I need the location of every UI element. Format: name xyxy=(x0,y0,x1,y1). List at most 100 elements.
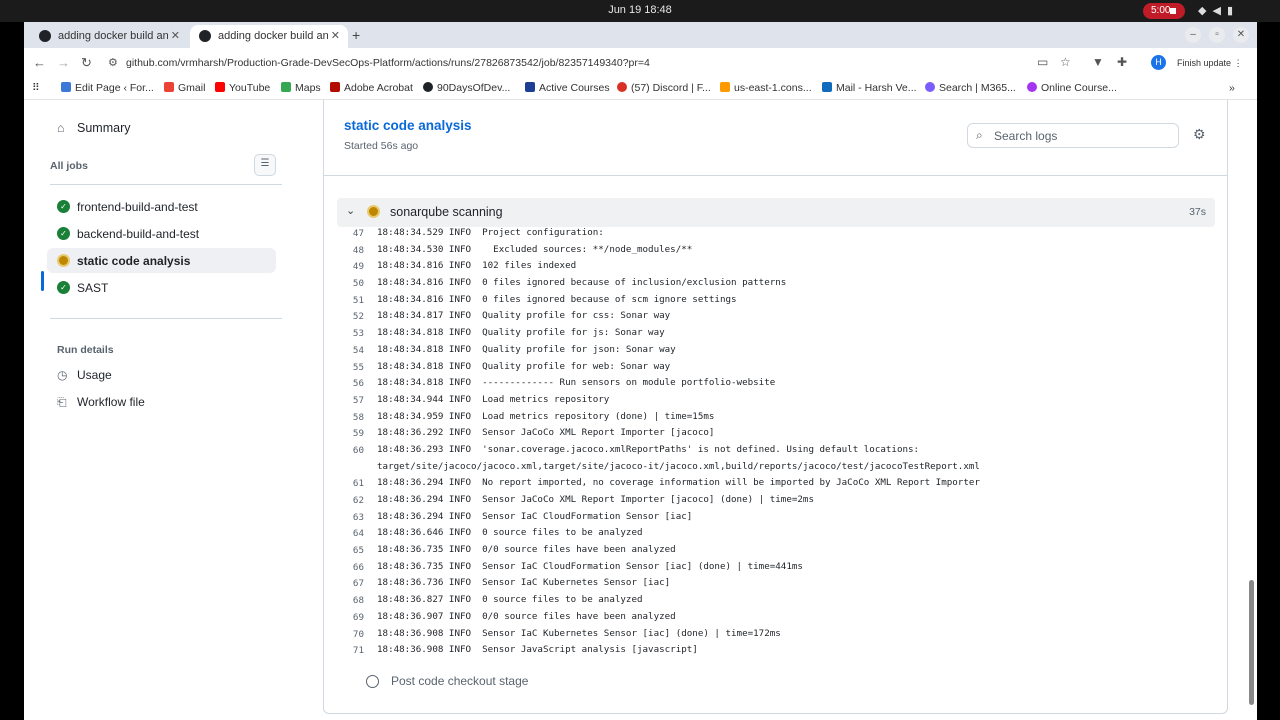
line-number[interactable]: 49 xyxy=(337,261,364,272)
log-text: 18:48:34.817 INFO Quality profile for cs… xyxy=(377,310,671,322)
log-text: 18:48:36.735 INFO 0/0 source files have … xyxy=(377,544,676,556)
check-circle-icon: ✓ xyxy=(57,227,70,240)
log-text: 18:48:34.818 INFO Quality profile for js… xyxy=(377,343,676,355)
url-text: github.com/vrmharsh/Production-Grade-Dev… xyxy=(126,57,650,69)
bookmark-label: Online Course... xyxy=(1041,82,1117,94)
check-circle-icon: ✓ xyxy=(57,200,70,213)
line-number[interactable]: 59 xyxy=(337,428,364,439)
reload-icon[interactable]: ↻ xyxy=(81,55,92,71)
bookmark-item[interactable]: Mail - Harsh Ve... xyxy=(822,82,917,94)
line-number[interactable]: 67 xyxy=(337,578,364,589)
line-number[interactable]: 56 xyxy=(337,378,364,389)
tab-strip: adding docker build and ✕ adding docker … xyxy=(24,22,1257,48)
chevron-down-icon[interactable]: ⌄ xyxy=(346,204,355,217)
line-number[interactable]: 63 xyxy=(337,512,364,523)
line-number[interactable]: 70 xyxy=(337,629,364,640)
close-tab-icon[interactable]: ✕ xyxy=(171,29,180,42)
bookmark-label: 90DaysOfDev... xyxy=(437,82,511,94)
os-clock[interactable]: Jun 19 18:48 xyxy=(0,4,1280,16)
minimize-icon[interactable]: – xyxy=(1185,27,1201,43)
log-text: 18:48:36.908 INFO Sensor IaC Kubernetes … xyxy=(377,627,781,639)
bookmark-item[interactable]: Active Courses xyxy=(525,82,610,94)
bookmark-label: Active Courses xyxy=(539,82,610,94)
usage-link[interactable]: ◷ Usage xyxy=(57,368,112,382)
maximize-icon[interactable]: ▫ xyxy=(1209,27,1225,43)
line-number[interactable]: 54 xyxy=(337,345,364,356)
job-log-panel: static code analysis Started 56s ago ⌕ S… xyxy=(323,100,1228,714)
line-number[interactable]: 58 xyxy=(337,412,364,423)
bookmark-item[interactable]: Search | M365... xyxy=(925,82,1016,94)
gear-icon[interactable]: ⚙ xyxy=(1193,126,1206,143)
line-number[interactable]: 48 xyxy=(337,245,364,256)
line-number[interactable]: 68 xyxy=(337,595,364,606)
bookmark-item[interactable]: Edit Page ‹ For... xyxy=(61,82,154,94)
step-sonarqube-scanning[interactable]: ⌄ sonarqube scanning 37s xyxy=(337,198,1215,227)
recording-indicator[interactable]: 5:00 xyxy=(1143,3,1185,19)
finish-update-button[interactable]: Finish update ⋮ xyxy=(1177,55,1247,71)
log-text: 18:48:34.530 INFO Excluded sources: **/n… xyxy=(377,243,693,255)
profile-avatar[interactable]: H xyxy=(1151,55,1166,70)
extensions-icon[interactable]: ✚ xyxy=(1117,55,1127,69)
bookmark-item[interactable]: Online Course... xyxy=(1027,82,1117,94)
address-bar[interactable]: ⚙ github.com/vrmharsh/Production-Grade-D… xyxy=(102,52,1042,74)
bookmark-item[interactable]: Adobe Acrobat xyxy=(330,82,413,94)
new-tab-button[interactable]: + xyxy=(352,27,360,43)
log-line[interactable]: 60 18:48:36.293 INFO 'sonar.coverage.jaco… xyxy=(337,444,1215,477)
battery-icon: ▮ xyxy=(1226,5,1239,17)
youtube-icon xyxy=(215,82,225,92)
bookmark-item[interactable]: Gmail xyxy=(164,82,205,94)
close-window-icon[interactable]: ✕ xyxy=(1233,27,1249,43)
job-title[interactable]: static code analysis xyxy=(344,118,472,133)
acrobat-icon xyxy=(330,82,340,92)
job-backend-build-and-test[interactable]: ✓ backend-build-and-test xyxy=(47,221,276,246)
line-number[interactable]: 62 xyxy=(337,495,364,506)
more-bookmarks-icon[interactable]: » xyxy=(1229,82,1235,94)
line-number[interactable]: 50 xyxy=(337,278,364,289)
page-scrollbar[interactable] xyxy=(1249,580,1254,705)
line-number[interactable]: 52 xyxy=(337,311,364,322)
line-number[interactable]: 57 xyxy=(337,395,364,406)
line-number[interactable]: 61 xyxy=(337,478,364,489)
step-duration: 37s xyxy=(1189,206,1206,218)
active-job-indicator xyxy=(41,271,44,291)
back-icon[interactable]: ← xyxy=(33,55,46,70)
log-line[interactable]: 71 18:48:36.908 INFO Sensor JavaScript an… xyxy=(337,644,1215,661)
browser-tab-1[interactable]: adding docker build and ✕ xyxy=(30,25,188,48)
filter-icon[interactable]: ☰ xyxy=(254,154,276,176)
divider xyxy=(50,318,282,319)
line-number[interactable]: 51 xyxy=(337,295,364,306)
line-number[interactable]: 66 xyxy=(337,562,364,573)
line-number[interactable]: 53 xyxy=(337,328,364,339)
job-sast[interactable]: ✓ SAST xyxy=(47,275,276,300)
summary-link[interactable]: ⌂ Summary xyxy=(57,121,130,135)
site-info-icon[interactable]: ⚙ xyxy=(108,56,118,69)
close-tab-icon[interactable]: ✕ xyxy=(331,29,340,42)
line-number[interactable]: 60 xyxy=(337,445,364,456)
bookmark-item[interactable]: (57) Discord | F... xyxy=(617,82,711,94)
line-number[interactable]: 71 xyxy=(337,645,364,656)
pocket-icon[interactable]: ▼ xyxy=(1092,55,1104,69)
workflow-file-link[interactable]: ⎗ Workflow file xyxy=(57,395,145,410)
gmail-icon xyxy=(164,82,174,92)
usage-label: Usage xyxy=(77,368,112,382)
apps-icon[interactable]: ⠿ xyxy=(32,82,40,94)
log-text: 18:48:34.818 INFO Quality profile for js… xyxy=(377,327,665,339)
line-number[interactable]: 55 xyxy=(337,362,364,373)
bookmark-item[interactable]: Maps xyxy=(281,82,321,94)
job-static-code-analysis[interactable]: static code analysis xyxy=(47,248,276,273)
github-icon xyxy=(423,82,433,92)
line-number[interactable]: 69 xyxy=(337,612,364,623)
system-tray[interactable]: ◆◀▮ xyxy=(1198,4,1239,17)
forward-icon[interactable]: → xyxy=(57,55,70,70)
bookmark-item[interactable]: 90DaysOfDev... xyxy=(423,82,510,94)
line-number[interactable]: 47 xyxy=(337,228,364,239)
bookmark-item[interactable]: YouTube xyxy=(215,82,270,94)
bookmark-item[interactable]: us-east-1.cons... xyxy=(720,82,812,94)
job-frontend-build-and-test[interactable]: ✓ frontend-build-and-test xyxy=(47,194,276,219)
bookmark-star-icon[interactable]: ☆ xyxy=(1060,55,1071,69)
line-number[interactable]: 65 xyxy=(337,545,364,556)
line-number[interactable]: 64 xyxy=(337,528,364,539)
install-app-icon[interactable]: ▭ xyxy=(1037,55,1048,69)
search-logs-input[interactable]: ⌕ Search logs xyxy=(967,123,1179,148)
browser-tab-2[interactable]: adding docker build and ✕ xyxy=(190,25,348,48)
